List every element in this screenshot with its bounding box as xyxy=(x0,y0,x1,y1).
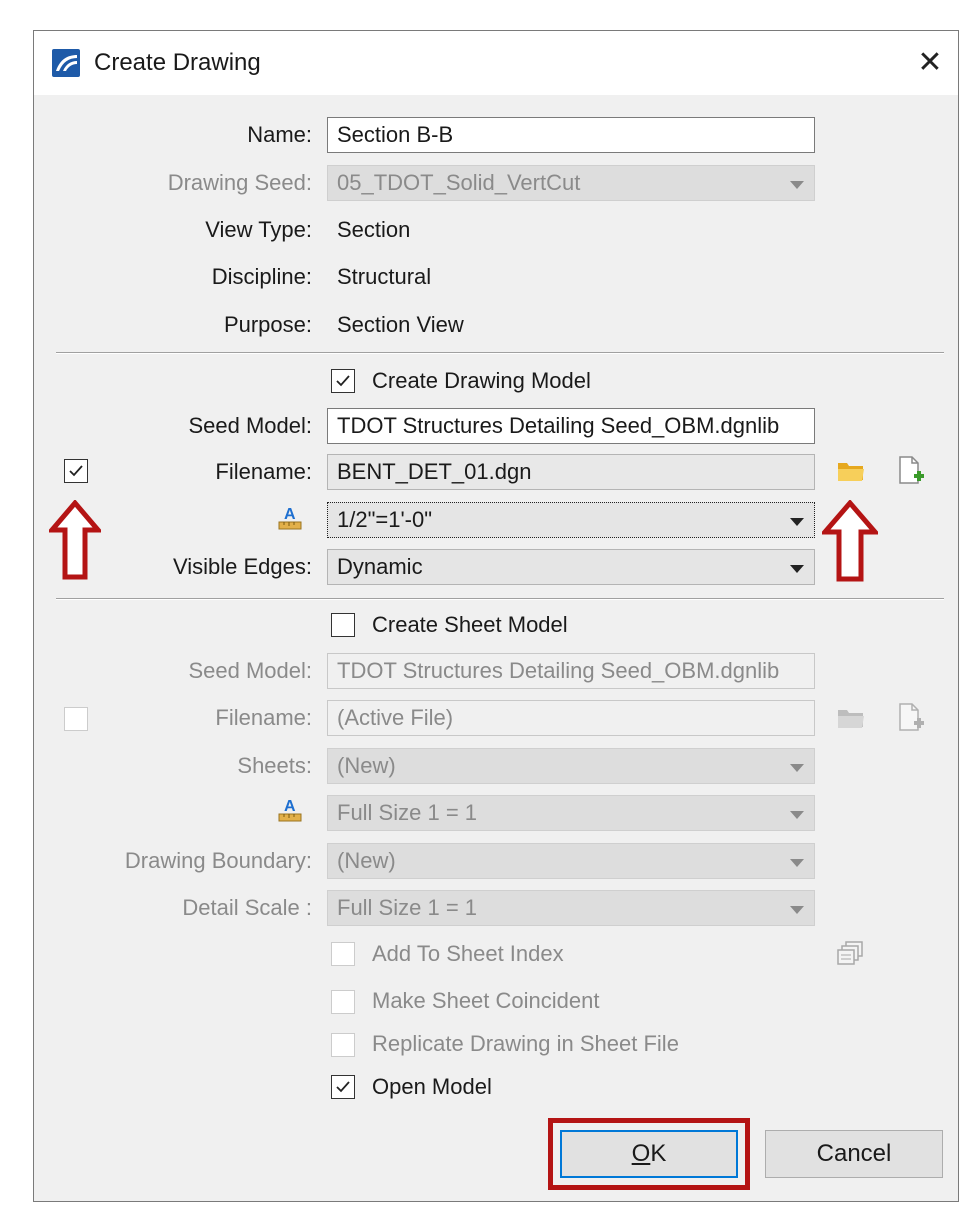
drawing-annotation-scale-value: 1/2"=1'-0" xyxy=(337,507,433,532)
drawing-annotation-scale-dropdown[interactable]: 1/2"=1'-0" xyxy=(327,502,815,538)
create-drawing-dialog: Create Drawing ✕ Name: Section B-B Drawi… xyxy=(33,30,959,1202)
drawing-filename-label: Filename: xyxy=(215,459,312,484)
new-file-icon xyxy=(896,702,926,739)
dialog-content: Name: Section B-B Drawing Seed: 05_TDOT_… xyxy=(34,95,958,1201)
replicate-drawing-label: Replicate Drawing in Sheet File xyxy=(372,1031,679,1056)
chevron-down-icon xyxy=(790,518,804,526)
replicate-drawing-checkbox xyxy=(331,1033,355,1057)
drawing-seed-dropdown: 05_TDOT_Solid_VertCut xyxy=(327,165,815,201)
drawing-filename-input[interactable]: BENT_DET_01.dgn xyxy=(327,454,815,490)
title-bar[interactable]: Create Drawing ✕ xyxy=(34,31,958,95)
add-to-sheet-index-label: Add To Sheet Index xyxy=(372,941,564,966)
drawing-seed-model-input[interactable]: TDOT Structures Detailing Seed_OBM.dgnli… xyxy=(327,408,815,444)
annotation-arrow-up-icon xyxy=(819,499,881,587)
sheet-annotation-scale-value: Full Size 1 = 1 xyxy=(337,800,478,825)
chevron-down-icon xyxy=(790,811,804,819)
close-button[interactable]: ✕ xyxy=(902,31,958,95)
sheet-filename-input: (Active File) xyxy=(327,700,815,736)
chevron-down-icon xyxy=(790,859,804,867)
view-type-label: View Type: xyxy=(205,217,312,242)
drawing-seed-label: Drawing Seed: xyxy=(167,170,312,195)
visible-edges-dropdown[interactable]: Dynamic xyxy=(327,549,815,585)
annotation-scale-icon: A xyxy=(278,797,302,828)
open-model-label: Open Model xyxy=(372,1074,492,1099)
sheets-value: (New) xyxy=(337,753,396,778)
make-sheet-coincident-checkbox xyxy=(331,990,355,1014)
chevron-down-icon xyxy=(790,764,804,772)
view-type-value: Section xyxy=(337,217,411,242)
new-file-icon[interactable] xyxy=(896,455,926,492)
sheets-label: Sheets: xyxy=(237,753,312,778)
detail-scale-dropdown: Full Size 1 = 1 xyxy=(327,890,815,926)
sheet-seed-model-label: Seed Model: xyxy=(188,658,312,683)
discipline-value: Structural xyxy=(337,264,432,289)
separator xyxy=(56,352,944,354)
name-label: Name: xyxy=(247,122,312,147)
sheets-dropdown: (New) xyxy=(327,748,815,784)
chevron-down-icon xyxy=(790,906,804,914)
make-sheet-coincident-label: Make Sheet Coincident xyxy=(372,988,600,1013)
name-input[interactable]: Section B-B xyxy=(327,117,815,153)
sheet-annotation-scale-dropdown: Full Size 1 = 1 xyxy=(327,795,815,831)
detail-scale-label: Detail Scale : xyxy=(182,895,312,920)
detail-scale-value: Full Size 1 = 1 xyxy=(337,895,478,920)
microstation-icon xyxy=(52,49,80,77)
drawing-boundary-label: Drawing Boundary: xyxy=(124,848,312,873)
drawing-boundary-dropdown: (New) xyxy=(327,843,815,879)
separator xyxy=(56,598,944,600)
open-model-checkbox[interactable] xyxy=(331,1075,355,1099)
purpose-label: Purpose: xyxy=(223,312,312,337)
add-to-sheet-index-checkbox xyxy=(331,942,355,966)
folder-open-icon[interactable] xyxy=(836,458,866,489)
purpose-value: Section View xyxy=(337,312,464,337)
annotation-arrow-up-icon xyxy=(46,499,104,585)
create-sheet-model-checkbox[interactable] xyxy=(331,613,355,637)
folder-open-icon xyxy=(836,705,866,736)
drawing-seed-value: 05_TDOT_Solid_VertCut xyxy=(337,170,581,195)
dialog-title: Create Drawing xyxy=(94,49,261,76)
drawing-seed-model-label: Seed Model: xyxy=(188,413,312,438)
discipline-label: Discipline: xyxy=(211,264,312,289)
cancel-button[interactable]: Cancel xyxy=(765,1130,943,1178)
create-drawing-model-checkbox[interactable] xyxy=(331,369,355,393)
annotation-scale-icon: A xyxy=(278,505,302,536)
sheet-seed-model-input: TDOT Structures Detailing Seed_OBM.dgnli… xyxy=(327,653,815,689)
svg-text:A: A xyxy=(284,798,296,815)
visible-edges-value: Dynamic xyxy=(337,554,423,579)
drawing-boundary-value: (New) xyxy=(337,848,396,873)
ok-highlight-box xyxy=(548,1118,750,1190)
chevron-down-icon xyxy=(790,565,804,573)
create-sheet-model-label: Create Sheet Model xyxy=(372,612,568,637)
svg-text:A: A xyxy=(284,506,296,523)
sheet-index-icon xyxy=(836,939,866,974)
chevron-down-icon xyxy=(790,181,804,189)
create-drawing-model-label: Create Drawing Model xyxy=(372,368,591,393)
sheet-filename-label: Filename: xyxy=(215,705,312,730)
